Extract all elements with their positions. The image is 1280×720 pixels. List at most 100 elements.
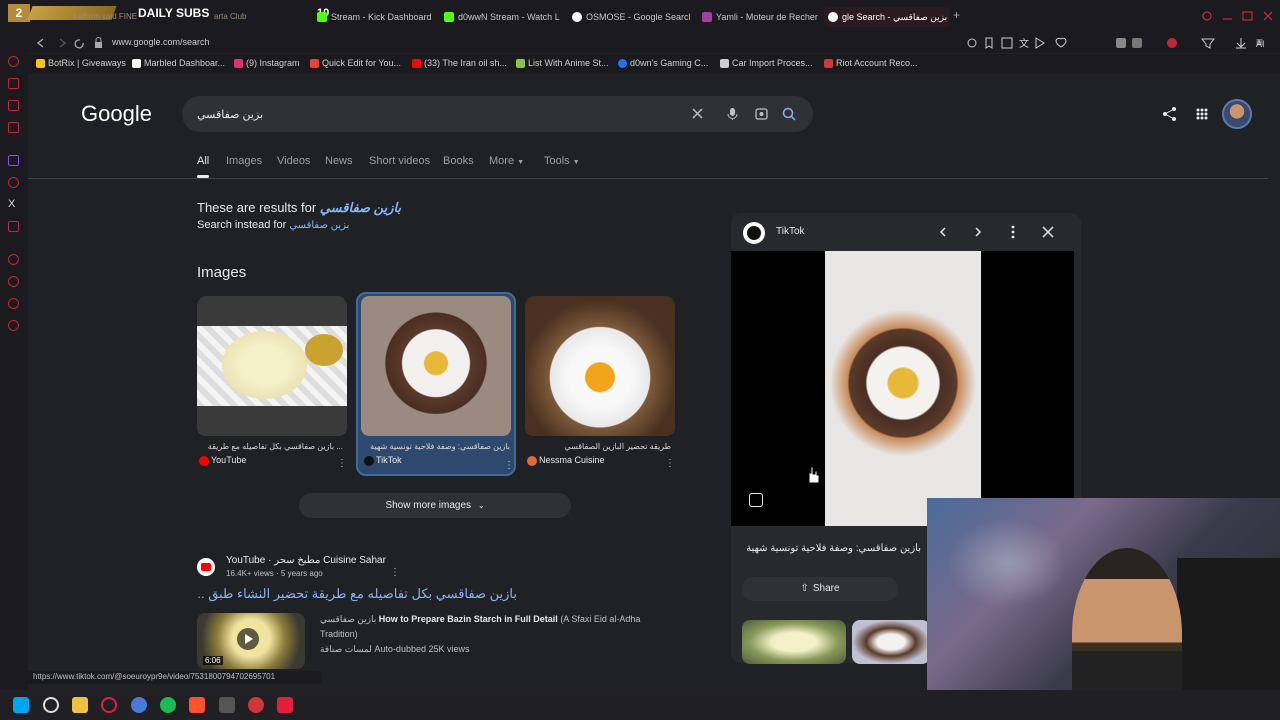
url-field[interactable]: www.google.com/search bbox=[112, 37, 210, 47]
app-icon[interactable] bbox=[131, 697, 147, 713]
x-twitter-icon[interactable]: X bbox=[8, 198, 15, 210]
more-options-icon[interactable]: ⋮ bbox=[665, 458, 675, 469]
extension-icon[interactable] bbox=[1132, 38, 1142, 48]
tab-videos[interactable]: Videos bbox=[277, 155, 310, 167]
apps-grid-icon[interactable] bbox=[1196, 108, 1208, 120]
more-options-icon[interactable]: ⋮ bbox=[337, 458, 347, 469]
tab-all[interactable]: All bbox=[197, 155, 209, 167]
file-explorer-icon[interactable] bbox=[72, 697, 88, 713]
preview-media[interactable] bbox=[731, 251, 1074, 526]
bookmark-instagram[interactable]: (9) Instagram bbox=[234, 58, 300, 68]
sidebar-percent-icon[interactable] bbox=[8, 177, 19, 188]
windows-start-icon[interactable] bbox=[13, 697, 29, 713]
app-icon[interactable] bbox=[277, 697, 293, 713]
more-options-icon[interactable] bbox=[1011, 225, 1015, 239]
extension-red-icon[interactable] bbox=[1167, 38, 1177, 48]
download-icon[interactable] bbox=[1236, 38, 1246, 49]
lens-icon[interactable] bbox=[749, 493, 763, 507]
tab-books[interactable]: Books bbox=[443, 155, 474, 167]
tab-osmose-search[interactable]: OSMOSE - Google Search bbox=[568, 7, 690, 27]
bookmark-gmail[interactable]: Quick Edit for You... bbox=[310, 58, 401, 68]
sidebar-aria-icon[interactable] bbox=[8, 56, 19, 67]
panel-source[interactable]: TikTok bbox=[776, 226, 805, 237]
chevron-down-icon: ▼ bbox=[517, 159, 525, 166]
send-icon[interactable] bbox=[1035, 37, 1045, 49]
tab-tools[interactable]: Tools ▼ bbox=[544, 155, 580, 167]
related-image[interactable] bbox=[852, 620, 930, 664]
search-tabs-icon[interactable] bbox=[1202, 11, 1212, 21]
avatar[interactable] bbox=[1222, 99, 1252, 129]
filter-icon[interactable] bbox=[1200, 38, 1216, 49]
app-icon[interactable] bbox=[219, 697, 235, 713]
riot-icon[interactable] bbox=[248, 697, 264, 713]
tab-images[interactable]: Images bbox=[226, 155, 262, 167]
close-icon[interactable] bbox=[1042, 226, 1054, 238]
yamli-icon bbox=[702, 12, 712, 22]
video-thumbnail[interactable]: 6:06 bbox=[197, 613, 305, 669]
translate-icon[interactable]: 文 bbox=[1019, 37, 1029, 50]
tab-kick-dashboard[interactable]: Stream - Kick Dashboard bbox=[313, 7, 431, 27]
snapshot-icon[interactable] bbox=[1001, 37, 1013, 49]
bookmark-riot[interactable]: Riot Account Reco... bbox=[824, 58, 918, 68]
image-result[interactable]: بازين صفاقسي بكل تفاصيله مع طريقة ... Yo… bbox=[197, 296, 347, 476]
sidebar-clock-icon[interactable] bbox=[8, 254, 19, 265]
tab-google-search-active[interactable]: gle Search - بزين صفاقسي bbox=[824, 7, 950, 27]
show-more-images-button[interactable]: Show more images ⌄ bbox=[299, 493, 571, 518]
bookmark-icon[interactable] bbox=[985, 37, 993, 49]
original-query-link[interactable]: بزين صفاقسي bbox=[289, 220, 349, 231]
result-title-link[interactable]: بازين صفاقسي بكل تفاصيله مع طريقة تحضير … bbox=[197, 586, 517, 602]
tab-yamli[interactable]: Yamli - Moteur de Recherc bbox=[698, 7, 818, 27]
new-tab-button[interactable]: + bbox=[953, 9, 965, 21]
spotify-icon[interactable] bbox=[160, 697, 176, 713]
related-image[interactable] bbox=[742, 620, 846, 664]
panel-title[interactable]: بازين صفاقسي: وصفة فلاحية تونسية شهية bbox=[743, 543, 921, 554]
sidebar-messenger-icon[interactable] bbox=[8, 78, 19, 89]
bookmark-anime[interactable]: List With Anime St... bbox=[516, 58, 609, 68]
bookmark-botrix[interactable]: BotRix | Giveaways bbox=[36, 58, 126, 68]
sidebar-player-icon[interactable] bbox=[8, 100, 19, 111]
sidebar-history-icon[interactable] bbox=[8, 122, 19, 133]
more-options-icon[interactable]: ⋮ bbox=[390, 567, 400, 578]
search-box[interactable]: بزين صفاقسي bbox=[182, 96, 813, 132]
corrected-query-link[interactable]: بازين صفاقسي bbox=[320, 200, 401, 215]
bookmark-car-import[interactable]: Car Import Proces... bbox=[720, 58, 813, 68]
google-logo[interactable]: Google bbox=[81, 101, 152, 127]
close-window-icon[interactable] bbox=[1263, 11, 1273, 21]
image-result-selected[interactable]: بازين صفاقسي: وصفة فلاحية تونسية شهية Ti… bbox=[356, 292, 516, 476]
bookmark-youtube[interactable]: (33) The Iran oil sh... bbox=[412, 58, 507, 68]
instagram-icon bbox=[234, 59, 243, 68]
zoom-icon[interactable] bbox=[967, 38, 977, 48]
settings-icon[interactable] bbox=[8, 320, 19, 331]
sidebar-wallet-icon[interactable] bbox=[8, 298, 19, 309]
tab-more[interactable]: More ▼ bbox=[489, 155, 524, 167]
tab-news[interactable]: News bbox=[325, 155, 353, 167]
brave-icon[interactable] bbox=[189, 697, 205, 713]
image-result[interactable]: طريقة تحضير البازين الصفاقسي Nessma Cuis… bbox=[525, 296, 675, 476]
back-icon[interactable] bbox=[36, 38, 44, 48]
more-options-icon[interactable]: ⋮ bbox=[504, 460, 514, 471]
bookmark-facebook[interactable]: d0wn's Gaming C... bbox=[618, 58, 708, 68]
overlay-label: DAILY SUBS bbox=[138, 6, 210, 20]
bookmark-marbled[interactable]: Marbled Dashboar... bbox=[132, 58, 225, 68]
tab-d0wwn-stream[interactable]: d0wwN Stream - Watch Li bbox=[440, 7, 560, 27]
search-icon[interactable] bbox=[43, 697, 59, 713]
share-icon[interactable] bbox=[1163, 107, 1176, 121]
reload-icon[interactable] bbox=[74, 39, 84, 49]
menu-icon[interactable]: ≡ bbox=[1256, 35, 1263, 49]
maximize-icon[interactable] bbox=[1242, 11, 1253, 21]
opera-icon[interactable] bbox=[101, 697, 117, 713]
tab-short-videos[interactable]: Short videos bbox=[369, 155, 430, 167]
share-button[interactable]: ⇧ Share bbox=[742, 577, 898, 601]
sidebar-history2-icon[interactable] bbox=[8, 276, 19, 287]
prev-icon[interactable] bbox=[939, 227, 946, 237]
forward-icon[interactable] bbox=[59, 38, 67, 48]
clear-icon[interactable] bbox=[692, 108, 703, 119]
extension-icon[interactable] bbox=[1116, 38, 1126, 48]
mic-icon[interactable] bbox=[730, 108, 735, 116]
search-input[interactable]: بزين صفاقسي bbox=[197, 108, 263, 121]
twitch-icon[interactable] bbox=[8, 155, 19, 166]
next-icon[interactable] bbox=[975, 227, 982, 237]
tiktok-icon bbox=[743, 222, 765, 244]
heart-icon[interactable] bbox=[1055, 37, 1067, 48]
youtube-icon[interactable] bbox=[8, 221, 19, 232]
